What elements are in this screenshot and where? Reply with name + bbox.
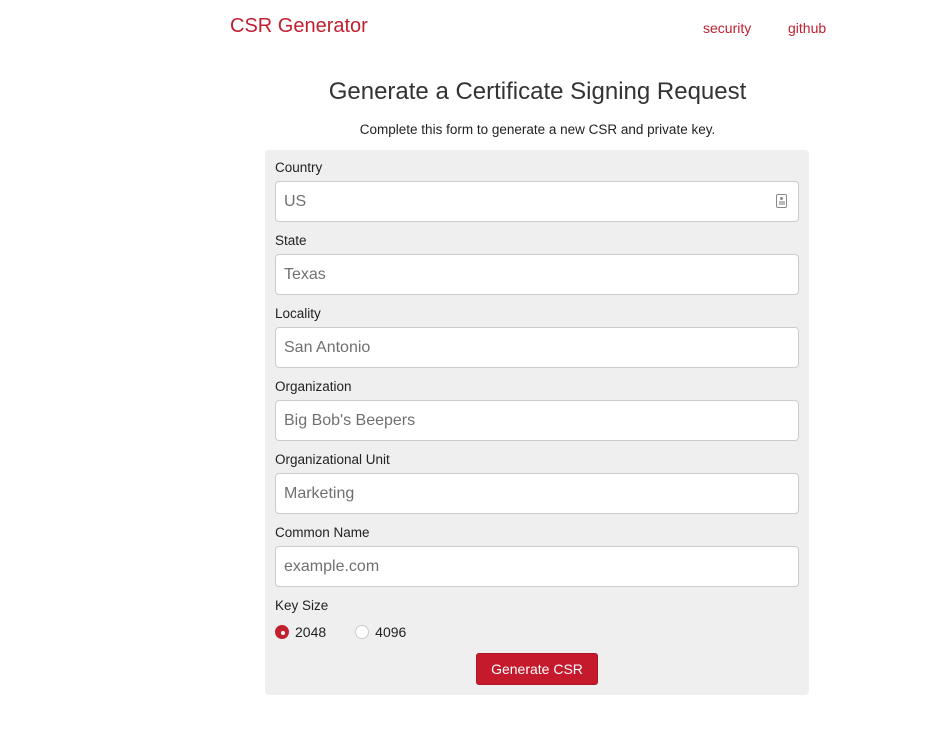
common-name-input[interactable] [275,546,799,587]
radio-checked-icon[interactable] [275,625,289,639]
generate-csr-button[interactable]: Generate CSR [476,653,598,685]
organization-input[interactable] [275,400,799,441]
key-size-option-label: 4096 [375,624,407,640]
nav-link-security[interactable]: security [703,20,751,36]
key-size-option-4096[interactable]: 4096 [355,624,406,640]
organizational-unit-input[interactable] [275,473,799,514]
csr-form: Country State Locality Organization Orga… [265,150,809,695]
organizational-unit-label: Organizational Unit [275,452,390,467]
country-input[interactable] [275,181,799,222]
common-name-label: Common Name [275,525,370,540]
key-size-option-label: 2048 [295,624,327,640]
locality-label: Locality [275,306,321,321]
radio-unchecked-icon[interactable] [355,625,370,639]
nav-link-github[interactable]: github [788,20,826,36]
contact-autofill-icon[interactable] [776,194,787,208]
country-label: Country [275,160,323,175]
country-field-wrapper [265,181,809,222]
organization-label: Organization [275,379,352,394]
state-input[interactable] [275,254,799,295]
page-title: Generate a Certificate Signing Request [328,78,747,105]
page-subtitle: Complete this form to generate a new CSR… [359,122,716,137]
locality-input[interactable] [275,327,799,368]
state-label: State [275,233,307,248]
brand-link[interactable]: CSR Generator [230,15,368,38]
key-size-radio-group: 2048 4096 [275,624,435,640]
key-size-label: Key Size [275,598,329,613]
key-size-option-2048[interactable]: 2048 [275,624,326,640]
